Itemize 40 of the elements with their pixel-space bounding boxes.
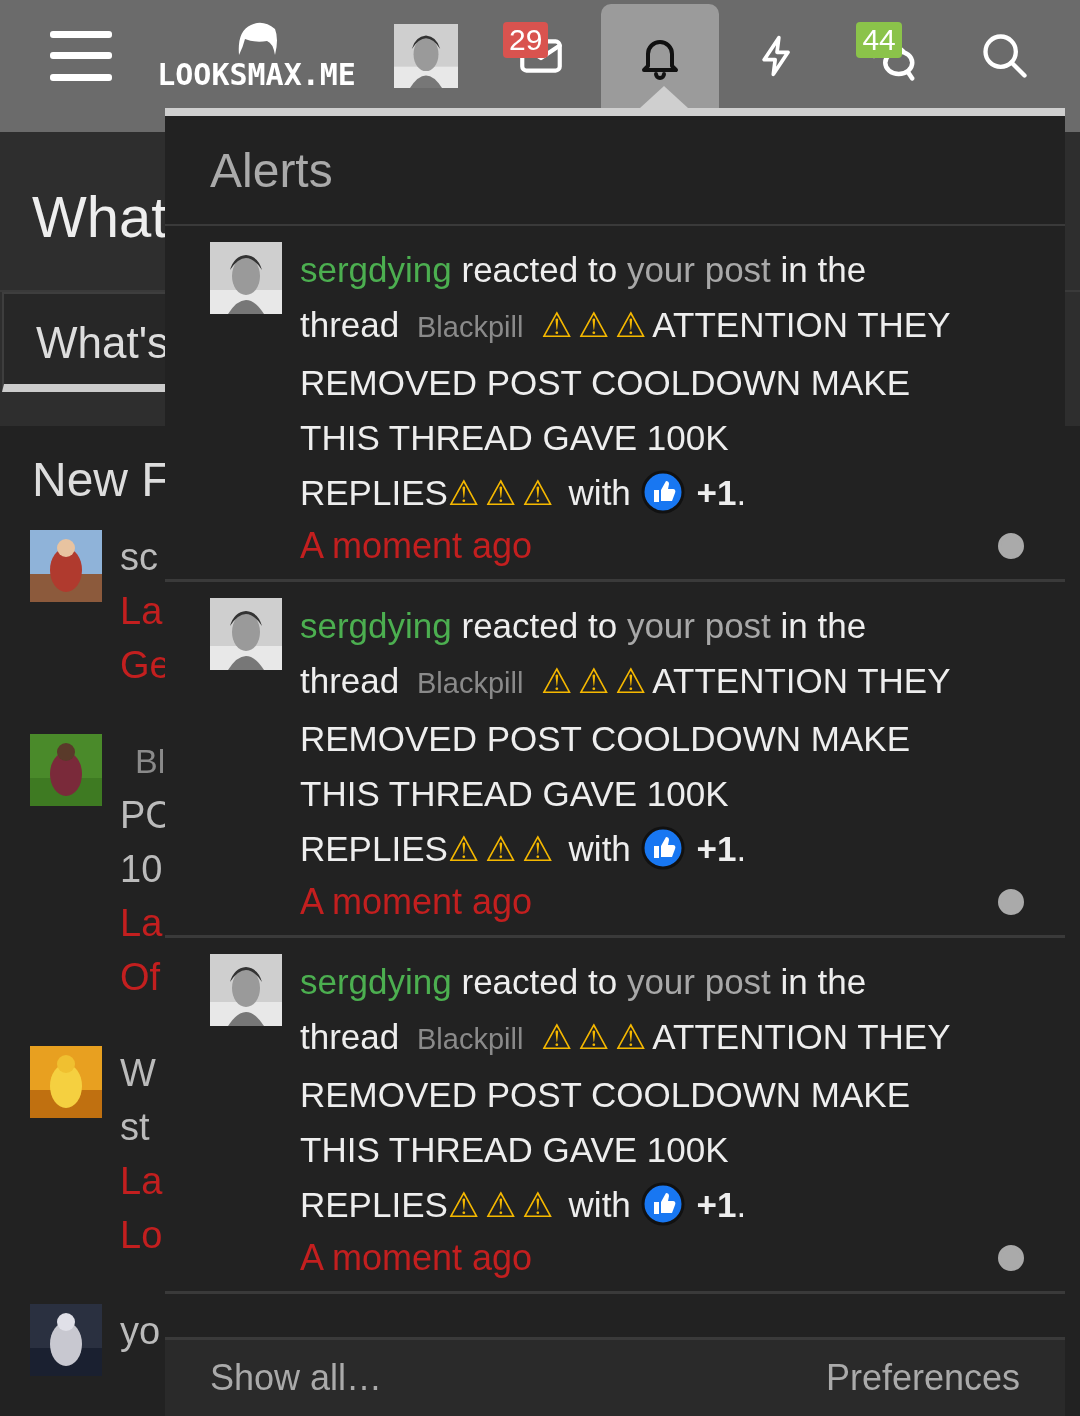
thread-meta: Of — [120, 955, 161, 1000]
thread-title: st — [120, 1105, 150, 1150]
thumbs-up-icon — [640, 470, 685, 514]
tab[interactable]: What's — [2, 292, 165, 392]
alert-time: A moment ago — [300, 524, 533, 568]
alert-message[interactable]: sergdying reacted to your post in the thread Blackpill ⚠⚠⚠ATTENTION THEY REMOVED POST COOLDOWN MAKE THIS THREAD GAVE 100K REPLIES⚠⚠⚠ with +1. — [300, 954, 960, 1232]
thread-meta: La — [120, 589, 163, 634]
menu-icon — [49, 29, 112, 83]
thumbs-up-icon — [640, 826, 685, 870]
thread-meta: La — [120, 901, 163, 946]
show-all-link[interactable]: Show all… — [210, 1357, 383, 1399]
post-link[interactable]: your post — [626, 606, 771, 645]
post-link[interactable]: your post — [626, 962, 771, 1001]
alerts-button[interactable] — [600, 4, 719, 108]
post-link[interactable]: your post — [626, 250, 771, 289]
count-badge: 44 — [856, 22, 902, 58]
panel-title: Alerts — [210, 142, 333, 198]
thread-title: sc — [120, 535, 158, 580]
thread-meta: Lo — [120, 1213, 163, 1258]
unread-dot[interactable] — [998, 889, 1024, 915]
alert-time: A moment ago — [300, 880, 533, 924]
unread-dot[interactable] — [998, 533, 1024, 559]
username-link[interactable]: sergdying — [300, 962, 452, 1001]
site-logo[interactable]: LOOKSMAX.ME — [157, 56, 356, 92]
username-link[interactable]: sergdying — [300, 606, 452, 645]
username-link[interactable]: sergdying — [300, 250, 452, 289]
inbox-button[interactable]: 29 — [481, 4, 601, 108]
alert-message[interactable]: sergdying reacted to your post in the thread Blackpill ⚠⚠⚠ATTENTION THEY REMOVED POST COOLDOWN MAKE THIS THREAD GAVE 100K REPLIES⚠⚠⚠ with +1. — [300, 598, 960, 876]
preferences-link[interactable]: Preferences — [825, 1357, 1020, 1399]
thread-meta: La — [120, 1159, 163, 1204]
thread-prefix: Bl — [134, 741, 166, 782]
thumbs-up-icon — [640, 1182, 685, 1226]
thread-title: 10 — [120, 847, 163, 892]
thread-title: yo — [120, 1309, 161, 1354]
thread-title: W — [120, 1051, 156, 1096]
alert-message[interactable]: sergdying reacted to your post in the thread Blackpill ⚠⚠⚠ATTENTION THEY REMOVED POST COOLDOWN MAKE THIS THREAD GAVE 100K REPLIES⚠⚠⚠ with +1. — [300, 242, 960, 520]
page-title: What — [32, 184, 168, 250]
alert-time: A moment ago — [300, 1236, 533, 1280]
count-badge: 29 — [503, 22, 549, 58]
unread-dot[interactable] — [998, 1245, 1024, 1271]
